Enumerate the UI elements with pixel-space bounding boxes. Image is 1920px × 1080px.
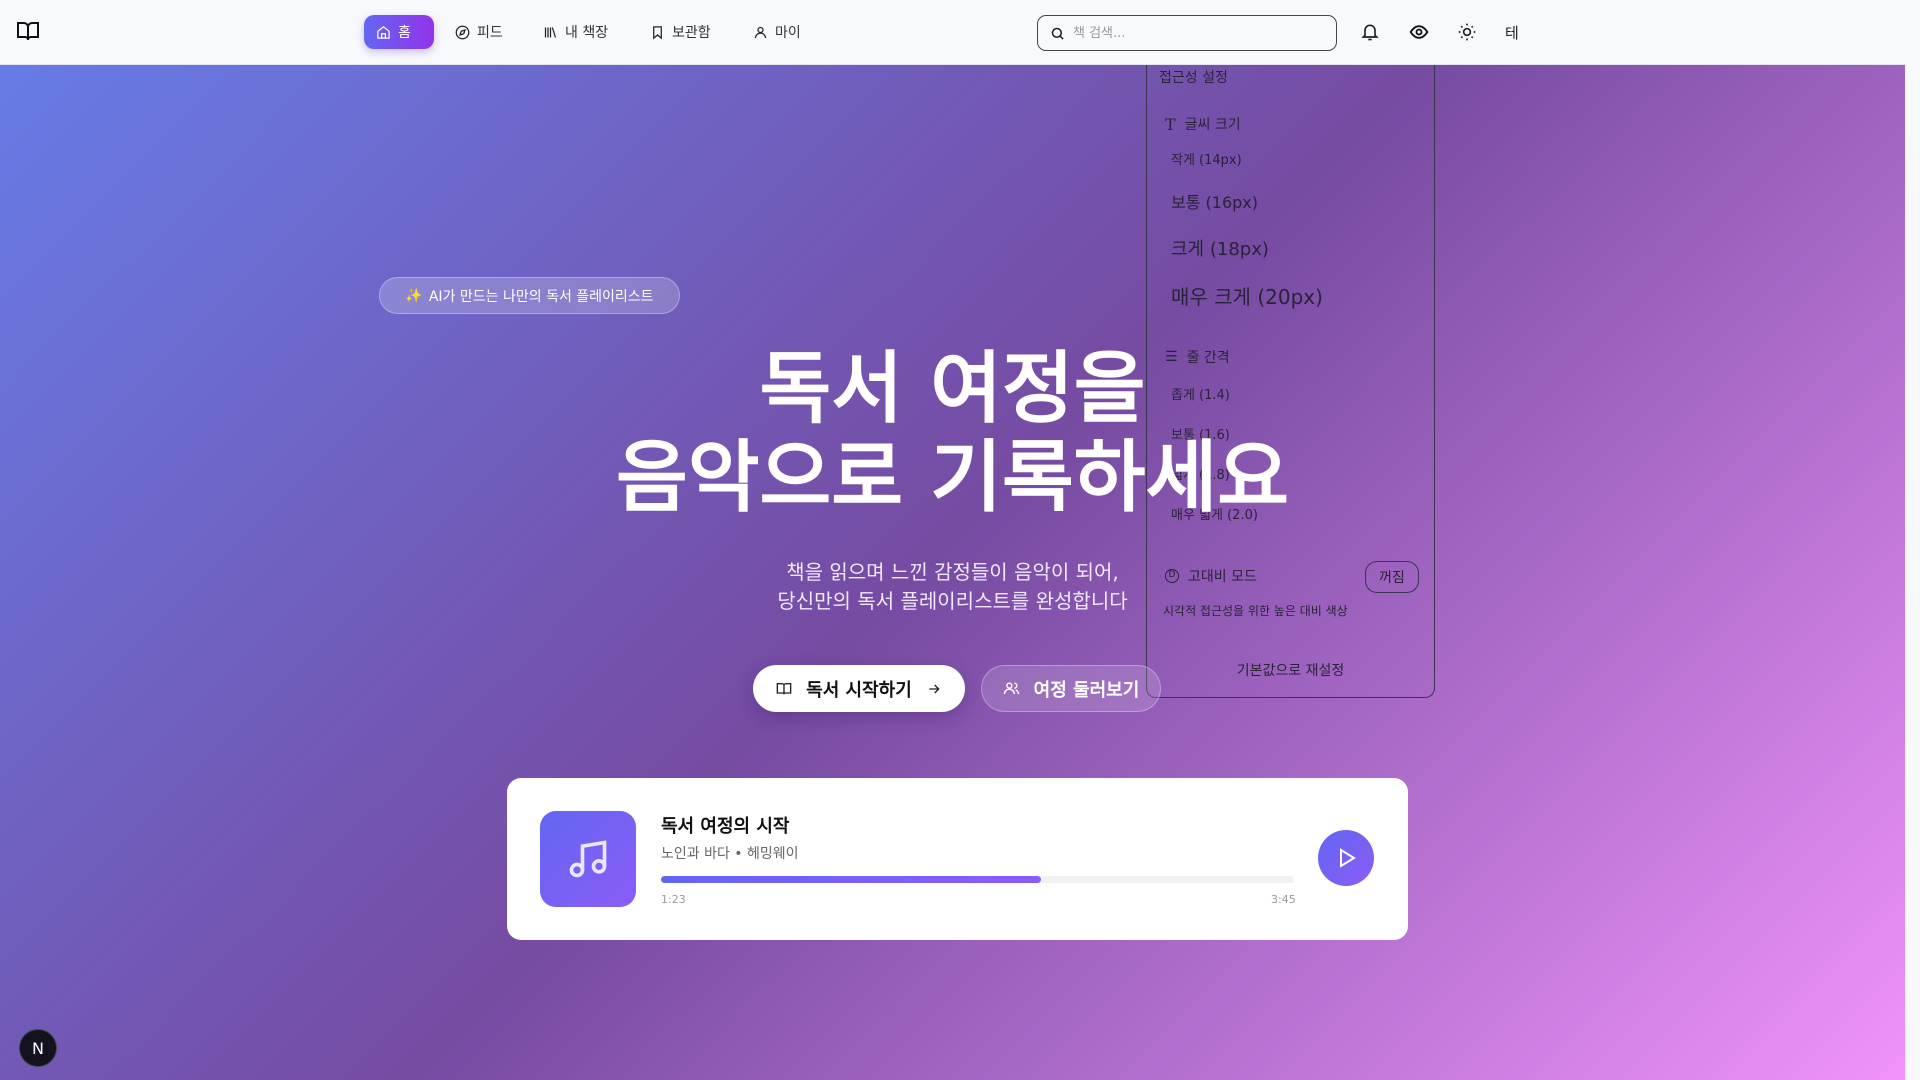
progress-fill [661,876,1041,883]
home-icon [377,25,390,39]
hero-title-line1: 독서 여정을 [759,344,1146,434]
search-input[interactable] [1073,25,1313,41]
user-icon [754,26,767,38]
page-background: 홈 피드 내 책장 보관함 마이 테 접근성 설정 T 글씨 크 [0,0,1905,1080]
type-icon: T [1165,114,1176,134]
font-size-label: 글씨 크기 [1184,117,1241,133]
hero-title-line2: 음악으로 기록하세요 [616,433,1289,523]
theme-toggle[interactable]: 테 [1505,22,1519,43]
sparkles-icon: ✨ [405,287,423,304]
total-time: 3:45 [1271,893,1296,906]
nav-bookshelf[interactable]: 내 책장 [531,15,620,49]
sun-icon[interactable] [1457,22,1477,42]
arrow-right-icon [929,684,940,693]
nav-archive[interactable]: 보관함 [638,15,723,49]
hero-title: 독서 여정을 음악으로 기록하세요 [0,345,1905,523]
font-size-large[interactable]: 크게 (18px) [1171,235,1269,261]
bookmark-icon [653,25,662,39]
nav-feed[interactable]: 피드 [443,15,515,49]
music-note-icon [569,840,607,878]
play-button[interactable] [1318,830,1374,886]
top-nav: 홈 피드 내 책장 보관함 마이 테 [0,0,1905,65]
nav-archive-label: 보관함 [672,25,711,41]
font-size-small[interactable]: 작게 (14px) [1171,149,1242,168]
compass-icon [455,25,470,39]
track-title: 독서 여정의 시작 [661,816,790,837]
font-size-section: T 글씨 크기 [1165,114,1241,134]
music-player-card: 독서 여정의 시작 노인과 바다 • 헤밍웨이 1:23 3:45 [507,778,1408,940]
album-art [540,811,636,907]
nav-home[interactable]: 홈 [364,15,434,49]
hero-subtitle-line2: 당신만의 독서 플레이리스트를 완성합니다 [777,589,1128,613]
explore-journeys-label: 여정 둘러보기 [1033,679,1140,701]
nav-home-label: 홈 [398,25,411,41]
start-reading-label: 독서 시작하기 [806,679,912,701]
start-reading-button[interactable]: 독서 시작하기 [753,665,965,712]
progress-bar[interactable] [661,876,1294,883]
reset-button[interactable]: 기본값으로 재설정 [1147,660,1434,680]
hero-subtitle-line1: 책을 읽으며 느낀 감정들이 음악이 되어, [786,560,1119,584]
dev-tools-badge[interactable]: N [19,1029,57,1067]
scrollbar[interactable] [1905,0,1920,1080]
explore-journeys-button[interactable]: 여정 둘러보기 [981,665,1161,712]
nav-my-label: 마이 [775,25,801,41]
users-icon [1003,682,1019,695]
track-subtitle: 노인과 바다 • 헤밍웨이 [661,846,799,862]
nav-bookshelf-label: 내 책장 [565,25,609,41]
hero-badge-label: AI가 만드는 나만의 독서 플레이리스트 [428,288,654,305]
search-icon [1051,27,1064,40]
hero-subtitle: 책을 읽으며 느낀 감정들이 음악이 되어, 당신만의 독서 플레이리스트를 완… [0,558,1905,616]
search-box[interactable] [1037,15,1337,51]
library-icon [544,26,557,38]
nav-my[interactable]: 마이 [741,15,813,49]
nav-feed-label: 피드 [477,25,503,41]
hero-badge: ✨ AI가 만드는 나만의 독서 플레이리스트 [379,277,680,314]
font-size-xlarge[interactable]: 매우 크게 (20px) [1171,281,1323,310]
current-time: 1:23 [661,893,686,906]
panel-title: 접근성 설정 [1159,70,1228,86]
book-open-icon [776,682,792,694]
book-logo-icon[interactable] [16,20,40,42]
font-size-normal[interactable]: 보통 (16px) [1171,189,1258,213]
bell-icon[interactable] [1360,22,1380,42]
play-icon [1340,848,1356,868]
eye-icon[interactable] [1409,22,1429,42]
